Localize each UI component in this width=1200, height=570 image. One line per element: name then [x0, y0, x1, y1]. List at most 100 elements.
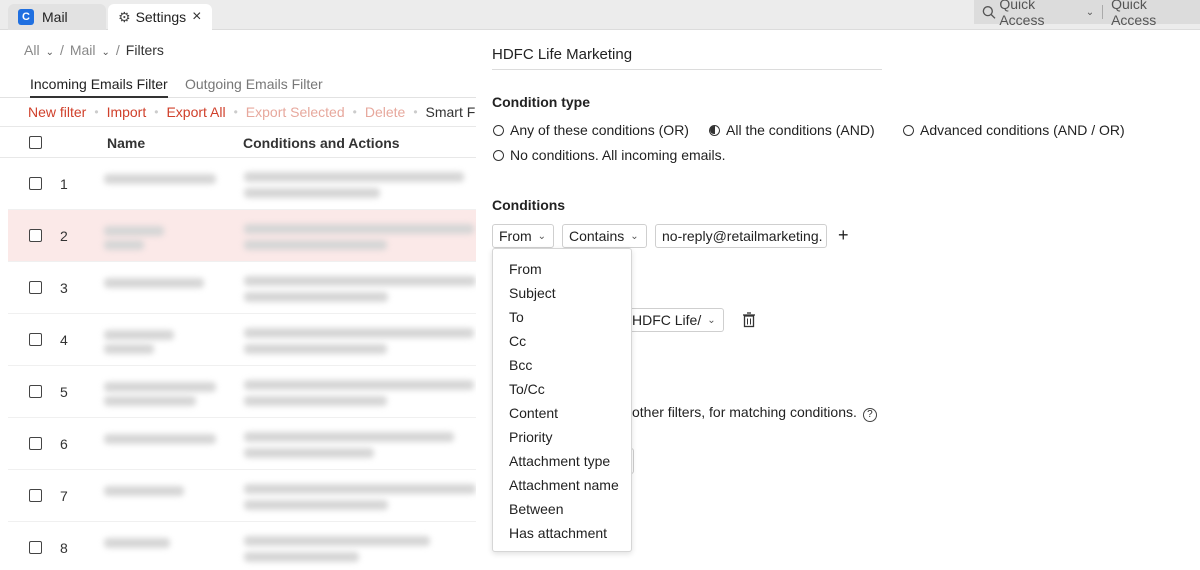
tab-mail[interactable]: C Mail	[8, 4, 106, 30]
gear-icon: ⚙	[118, 8, 131, 25]
row-number: 1	[60, 176, 68, 192]
filter-name-input[interactable]: HDFC Life Marketing	[492, 46, 882, 70]
radio-label: Any of these conditions (OR)	[510, 122, 689, 138]
tab-settings[interactable]: ⚙ Settings ×	[108, 4, 212, 30]
chevron-down-icon: ⌄	[537, 230, 547, 242]
import-button[interactable]: Import	[107, 104, 147, 120]
row-checkbox[interactable]	[29, 541, 42, 554]
dropdown-option[interactable]: Bcc	[493, 353, 631, 377]
tab-incoming-filter[interactable]: Incoming Emails Filter	[30, 76, 168, 98]
row-checkbox[interactable]	[29, 489, 42, 502]
dropdown-option[interactable]: Priority	[493, 425, 631, 449]
redacted-name	[104, 278, 204, 288]
row-number: 3	[60, 280, 68, 296]
table-row[interactable]: 7	[8, 470, 476, 522]
redacted-name	[104, 330, 174, 340]
dropdown-option[interactable]: Attachment type	[493, 449, 631, 473]
dropdown-option[interactable]: Cc	[493, 329, 631, 353]
quick-access-label: Quick Access	[999, 0, 1045, 28]
mail-logo-icon: C	[18, 9, 34, 25]
redacted-name	[104, 486, 184, 496]
table-row[interactable]: 6	[8, 418, 476, 470]
dropdown-option[interactable]: Subject	[493, 281, 631, 305]
redacted-conditions	[244, 432, 454, 442]
row-number: 5	[60, 384, 68, 400]
condition-operator-select[interactable]: Contains ⌄	[562, 224, 647, 248]
table-header: Name Conditions and Actions	[0, 126, 476, 158]
dropdown-option[interactable]: To/Cc	[493, 377, 631, 401]
tab-bar: C Mail ⚙ Settings × Quick Access ⌄ Quick…	[0, 0, 1200, 30]
conditions-label: Conditions	[492, 197, 566, 213]
radio-no-conditions[interactable]: No conditions. All incoming emails.	[493, 147, 726, 163]
tab-mail-label: Mail	[42, 9, 68, 25]
radio-all-conditions[interactable]: All the conditions (AND)	[709, 122, 875, 138]
dropdown-option[interactable]: From	[493, 257, 631, 281]
new-filter-button[interactable]: New filter	[28, 104, 86, 120]
smart-filter-button[interactable]: Smart Fi	[426, 104, 476, 120]
quick-access-search[interactable]: Quick Access ⌄	[974, 0, 1102, 28]
row-checkbox[interactable]	[29, 177, 42, 190]
redacted-conditions	[244, 276, 476, 286]
radio-button-icon	[493, 124, 504, 136]
table-row[interactable]: 2	[8, 210, 476, 262]
redacted-conditions	[244, 224, 474, 234]
redacted-conditions	[244, 552, 359, 562]
redacted-conditions	[244, 484, 476, 494]
redacted-conditions	[244, 536, 430, 546]
table-row[interactable]: 8	[8, 522, 476, 570]
quick-access-bar: Quick Access ⌄ Quick Access	[974, 0, 1200, 28]
radio-any-conditions[interactable]: Any of these conditions (OR)	[493, 122, 689, 138]
table-row[interactable]: 1	[8, 158, 476, 210]
radio-advanced-conditions[interactable]: Advanced conditions (AND / OR)	[903, 122, 1125, 138]
redacted-conditions	[244, 500, 388, 510]
condition-field-select[interactable]: From ⌄	[492, 224, 554, 248]
dropdown-option[interactable]: Has attachment	[493, 521, 631, 545]
row-number: 4	[60, 332, 68, 348]
redacted-name	[104, 174, 216, 184]
tab-settings-label: Settings	[135, 9, 187, 25]
dropdown-option[interactable]: Attachment name	[493, 473, 631, 497]
delete-button[interactable]: Delete	[365, 104, 405, 120]
column-header-name: Name	[107, 135, 146, 151]
radio-button-checked-icon	[709, 124, 720, 136]
radio-label: No conditions. All incoming emails.	[510, 147, 726, 163]
table-row[interactable]: 3	[8, 262, 476, 314]
dropdown-option[interactable]: To	[493, 305, 631, 329]
add-condition-icon[interactable]: +	[838, 225, 849, 246]
breadcrumb-all[interactable]: All ⌄	[24, 42, 54, 58]
other-filters-label: other filters, for matching conditions.	[632, 404, 857, 420]
table-row[interactable]: 5	[8, 366, 476, 418]
chevron-down-icon: ⌄	[630, 230, 639, 242]
help-icon[interactable]: ?	[862, 407, 877, 422]
breadcrumb-current: Filters	[125, 42, 164, 58]
radio-button-icon	[493, 149, 504, 161]
row-number: 2	[60, 228, 68, 244]
row-checkbox[interactable]	[29, 333, 42, 346]
quick-access-button[interactable]: Quick Access	[1103, 0, 1200, 28]
redacted-name	[104, 226, 164, 236]
trash-icon[interactable]	[742, 312, 756, 328]
condition-value-input[interactable]: no-reply@retailmarketing.	[655, 224, 827, 248]
folder-select[interactable]: HDFC Life/ ⌄	[626, 308, 724, 332]
other-filters-text: other filters, for matching conditions.?	[632, 404, 877, 422]
row-checkbox[interactable]	[29, 385, 42, 398]
export-selected-button[interactable]: Export Selected	[246, 104, 345, 120]
row-checkbox[interactable]	[29, 281, 42, 294]
row-checkbox[interactable]	[29, 437, 42, 450]
tab-outgoing-filter[interactable]: Outgoing Emails Filter	[185, 76, 323, 92]
redacted-conditions	[244, 172, 464, 182]
redacted-conditions	[244, 188, 380, 198]
export-all-button[interactable]: Export All	[166, 104, 225, 120]
table-row[interactable]: 4	[8, 314, 476, 366]
dropdown-option[interactable]: Between	[493, 497, 631, 521]
row-checkbox[interactable]	[29, 229, 42, 242]
column-header-conditions: Conditions and Actions	[243, 135, 400, 151]
select-all-checkbox[interactable]	[29, 136, 42, 149]
redacted-conditions	[244, 344, 387, 354]
breadcrumb-mail[interactable]: Mail ⌄	[70, 42, 110, 58]
redacted-conditions	[244, 292, 388, 302]
quick-access-label-2: Quick Access	[1111, 0, 1157, 28]
close-icon[interactable]: ×	[192, 8, 201, 26]
action-toolbar: New filter • Import • Export All • Expor…	[28, 104, 476, 120]
dropdown-option[interactable]: Content	[493, 401, 631, 425]
